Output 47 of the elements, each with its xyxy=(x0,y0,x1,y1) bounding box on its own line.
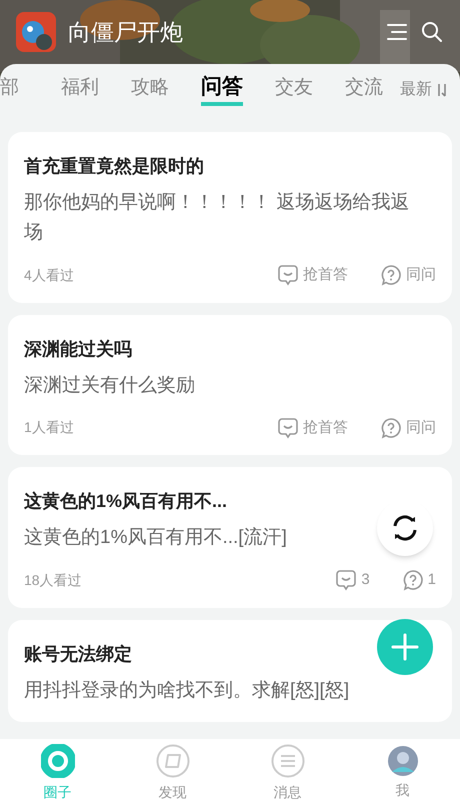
question-card[interactable]: 首充重置竟然是限时的 那你他妈的早说啊！！！！！ 返场返场给我返场 4人看过 抢首答 同问 xyxy=(8,132,452,302)
game-title: 向僵尸开炮 xyxy=(68,18,183,47)
question-card[interactable]: 这黄色的1%风百有用不... 这黄色的1%风百有用不...[流汗] 18人看过 3 1 xyxy=(8,467,452,608)
search-icon[interactable] xyxy=(420,20,444,44)
category-tab[interactable]: 福利 xyxy=(61,74,99,106)
chat-bubble-icon xyxy=(277,264,299,286)
nav-tab[interactable]: 圈子 xyxy=(0,739,115,807)
ask-too-button[interactable]: 同问 xyxy=(380,416,436,439)
ask-too-button[interactable]: 1 xyxy=(402,569,436,592)
question-title: 这黄色的1%风百有用不... xyxy=(24,490,228,513)
category-tab[interactable]: 问答 xyxy=(201,70,243,106)
question-icon xyxy=(380,264,402,286)
question-body: 那你他妈的早说啊！！！！！ 返场返场给我返场 xyxy=(24,191,410,245)
avatar xyxy=(388,746,418,776)
chat-bubble-icon xyxy=(335,569,358,592)
answer-button[interactable]: 3 xyxy=(335,569,370,592)
game-logo-icon xyxy=(16,12,56,52)
plus-icon xyxy=(391,633,419,661)
question-card[interactable]: 账号无法绑定 用抖抖登录的为啥找不到。求解[怒][怒] xyxy=(8,620,452,722)
question-title: 首充重置竟然是限时的 xyxy=(24,155,204,178)
question-body: 深渊过关有什么奖励 xyxy=(24,374,195,398)
view-count: 1人看过 xyxy=(24,418,74,438)
compass-icon xyxy=(156,744,190,778)
sort-button[interactable]: 最新 xyxy=(400,78,448,106)
menu-icon[interactable] xyxy=(386,22,408,42)
question-title: 账号无法绑定 xyxy=(24,642,132,666)
answer-button[interactable]: 抢首答 xyxy=(277,264,348,286)
nav-tab[interactable]: 消息 xyxy=(230,739,345,807)
question-card[interactable]: 深渊能过关吗 深渊过关有什么奖励 1人看过 抢首答 同问 xyxy=(8,314,452,455)
sort-icon xyxy=(436,82,448,98)
question-title: 深渊能过关吗 xyxy=(24,338,132,360)
question-body: 用抖抖登录的为啥找不到。求解[怒][怒] xyxy=(24,678,350,702)
category-tab[interactable]: 交友 xyxy=(275,74,313,106)
nav-tab[interactable]: 发现 xyxy=(115,739,230,807)
question-body: 这黄色的1%风百有用不...[流汗] xyxy=(24,526,287,550)
ask-too-button[interactable]: 同问 xyxy=(380,264,436,286)
chat-bubble-icon xyxy=(277,416,299,439)
view-count: 4人看过 xyxy=(24,266,74,285)
question-icon xyxy=(402,569,424,592)
category-tab[interactable]: 部 xyxy=(0,74,19,106)
category-tab[interactable]: 攻略 xyxy=(131,74,169,106)
question-icon xyxy=(380,416,402,439)
nav-tab[interactable]: 我 xyxy=(345,739,460,807)
view-count: 18人看过 xyxy=(24,570,82,590)
answer-button[interactable]: 抢首答 xyxy=(277,416,348,439)
message-icon xyxy=(270,744,304,778)
category-tab[interactable]: 交流 xyxy=(345,74,383,106)
